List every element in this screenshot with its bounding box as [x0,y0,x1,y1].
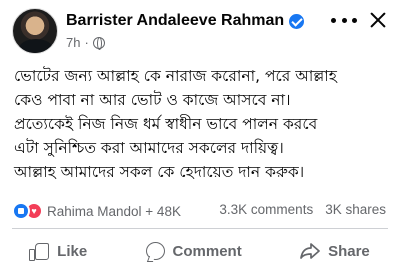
author-name[interactable]: Barrister Andaleeve Rahman [66,12,284,30]
post-meta: 7h · [66,35,105,50]
post-line: ভোটের জন্য আল্লাহ কে নারাজ করোনা, পরে আল… [14,67,337,85]
more-options-icon[interactable] [331,14,357,26]
divider [12,228,388,229]
comment-label: Comment [172,242,242,260]
author-name-row: Barrister Andaleeve Rahman [66,10,305,32]
engagement-counts: 3.3K comments 3K shares [219,202,386,217]
reactors-text[interactable]: Rahima Mandol + 48K [47,204,181,219]
post-line: কেও পাবা না আর ভোট ও কাজে আসবে না। [14,91,291,109]
post-header: Barrister Andaleeve Rahman 7h · [0,0,399,60]
comment-icon [145,242,165,260]
like-icon [29,242,50,261]
like-reaction-icon[interactable] [12,202,30,220]
post-line: আল্লাহ আমাদের সকল কে হেদায়েত দান করুক। [14,163,305,181]
shares-count[interactable]: 3K shares [325,202,386,217]
post-time[interactable]: 7h [66,35,80,50]
comments-count[interactable]: 3.3K comments [219,202,313,217]
share-button[interactable]: Share [300,243,370,260]
verified-badge-icon [289,13,305,29]
author-avatar[interactable] [12,8,58,54]
like-button[interactable]: Like [29,242,88,261]
post-line: এটা সুনিশ্চিত করা আমাদের সকলের দায়িত্ব। [14,139,284,157]
post-line: প্রত্যেকেই নিজ নিজ ধর্ম স্বাধীন ভাবে পাল… [14,115,318,133]
comment-button[interactable]: Comment [145,242,242,260]
share-label: Share [328,242,370,260]
like-label: Like [57,242,88,260]
share-icon [300,243,320,259]
engagement-stats: Rahima Mandol + 48K 3.3K comments 3K sha… [12,201,392,221]
avatar-figure [19,39,53,53]
meta-separator: · [84,35,89,50]
post-body: ভোটের জন্য আল্লাহ কে নারাজ করোনা, পরে আল… [14,64,394,184]
globe-icon [92,36,105,50]
close-icon[interactable] [368,10,388,30]
action-bar: Like Comment Share [0,236,399,266]
